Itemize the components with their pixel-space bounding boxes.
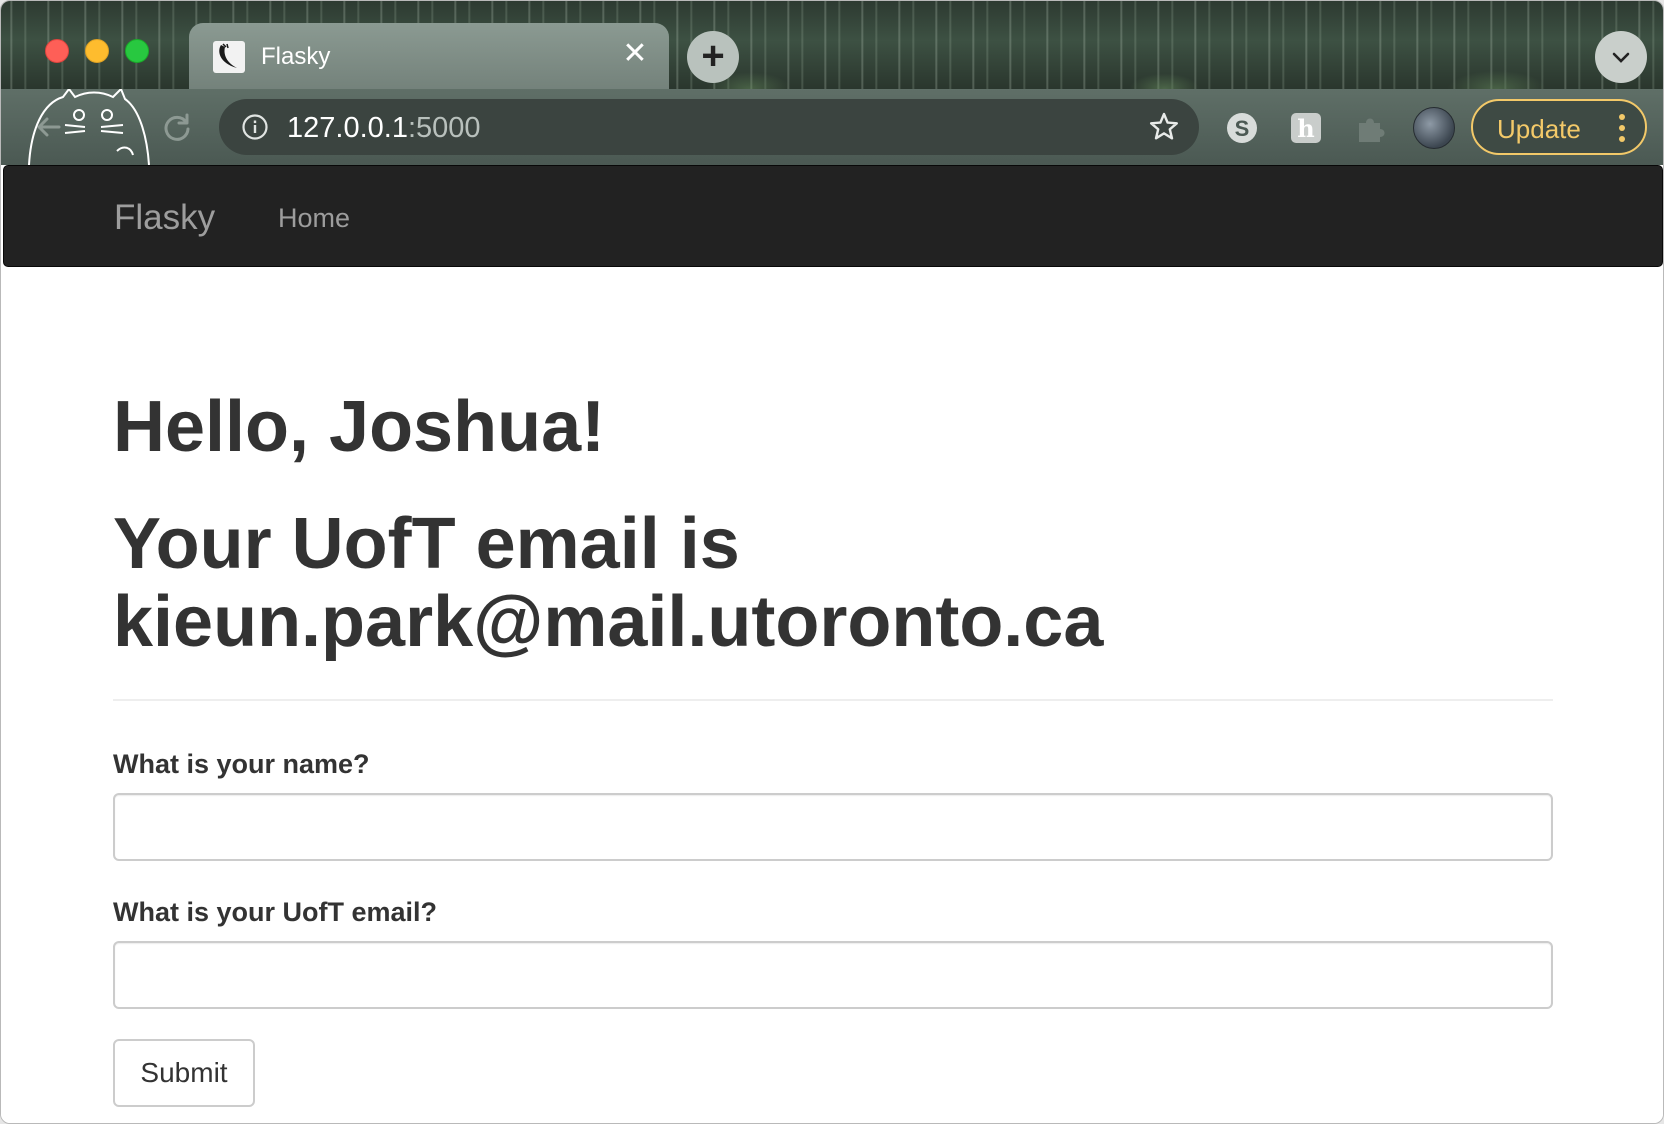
svg-text:h: h — [1297, 114, 1314, 143]
update-label: Update — [1497, 114, 1581, 144]
greeting-heading: Hello, Joshua! — [113, 387, 606, 467]
navbar: Flasky Home — [3, 165, 1663, 267]
back-icon[interactable] — [29, 107, 69, 147]
reload-icon[interactable] — [157, 107, 197, 147]
svg-text:S: S — [1235, 116, 1250, 141]
new-tab-button[interactable]: + — [687, 31, 739, 83]
name-field-label: What is your name? — [113, 749, 370, 779]
browser-window: Flasky ✕ + 127.0.0.1:5000 S h Update Fla… — [0, 0, 1664, 1124]
email-field-label: What is your UofT email? — [113, 897, 438, 927]
window-close-button[interactable] — [45, 39, 69, 63]
window-minimize-button[interactable] — [85, 39, 109, 63]
tab-search-button[interactable] — [1595, 31, 1647, 83]
url-host: 127.0.0.1 — [287, 112, 408, 144]
email-input[interactable] — [113, 941, 1553, 1009]
close-tab-icon[interactable]: ✕ — [619, 39, 651, 71]
tab-title: Flasky — [261, 43, 331, 70]
kebab-menu-icon[interactable] — [1617, 113, 1627, 143]
submit-button[interactable]: Submit — [113, 1039, 255, 1107]
chevron-down-icon — [1612, 52, 1630, 63]
skype-extension-icon[interactable]: S — [1225, 111, 1259, 145]
address-bar[interactable]: 127.0.0.1:5000 — [219, 99, 1199, 155]
browser-toolbar: 127.0.0.1:5000 S h Update — [1, 89, 1663, 165]
update-button[interactable]: Update — [1471, 99, 1647, 155]
hypothesis-extension-icon[interactable]: h — [1289, 111, 1323, 145]
tab-strip: Flasky ✕ + — [1, 1, 1663, 89]
email-heading: Your UofT email is kieun.park@mail.utoro… — [113, 504, 1104, 662]
nav-link-home[interactable]: Home — [278, 203, 350, 234]
url-port: :5000 — [407, 112, 481, 144]
browser-tab[interactable]: Flasky ✕ — [189, 23, 669, 89]
page-viewport: Flasky Home Hello, Joshua! Your UofT ema… — [1, 165, 1663, 1123]
profile-avatar[interactable] — [1413, 107, 1455, 149]
extensions-puzzle-icon[interactable] — [1353, 111, 1387, 145]
navbar-brand[interactable]: Flasky — [114, 198, 215, 238]
site-info-icon[interactable] — [241, 113, 269, 141]
divider — [113, 699, 1553, 701]
star-icon[interactable] — [1147, 110, 1181, 144]
window-maximize-button[interactable] — [125, 39, 149, 63]
name-input[interactable] — [113, 793, 1553, 861]
url-text: 127.0.0.1:5000 — [287, 112, 481, 145]
flask-favicon-icon — [213, 41, 245, 73]
